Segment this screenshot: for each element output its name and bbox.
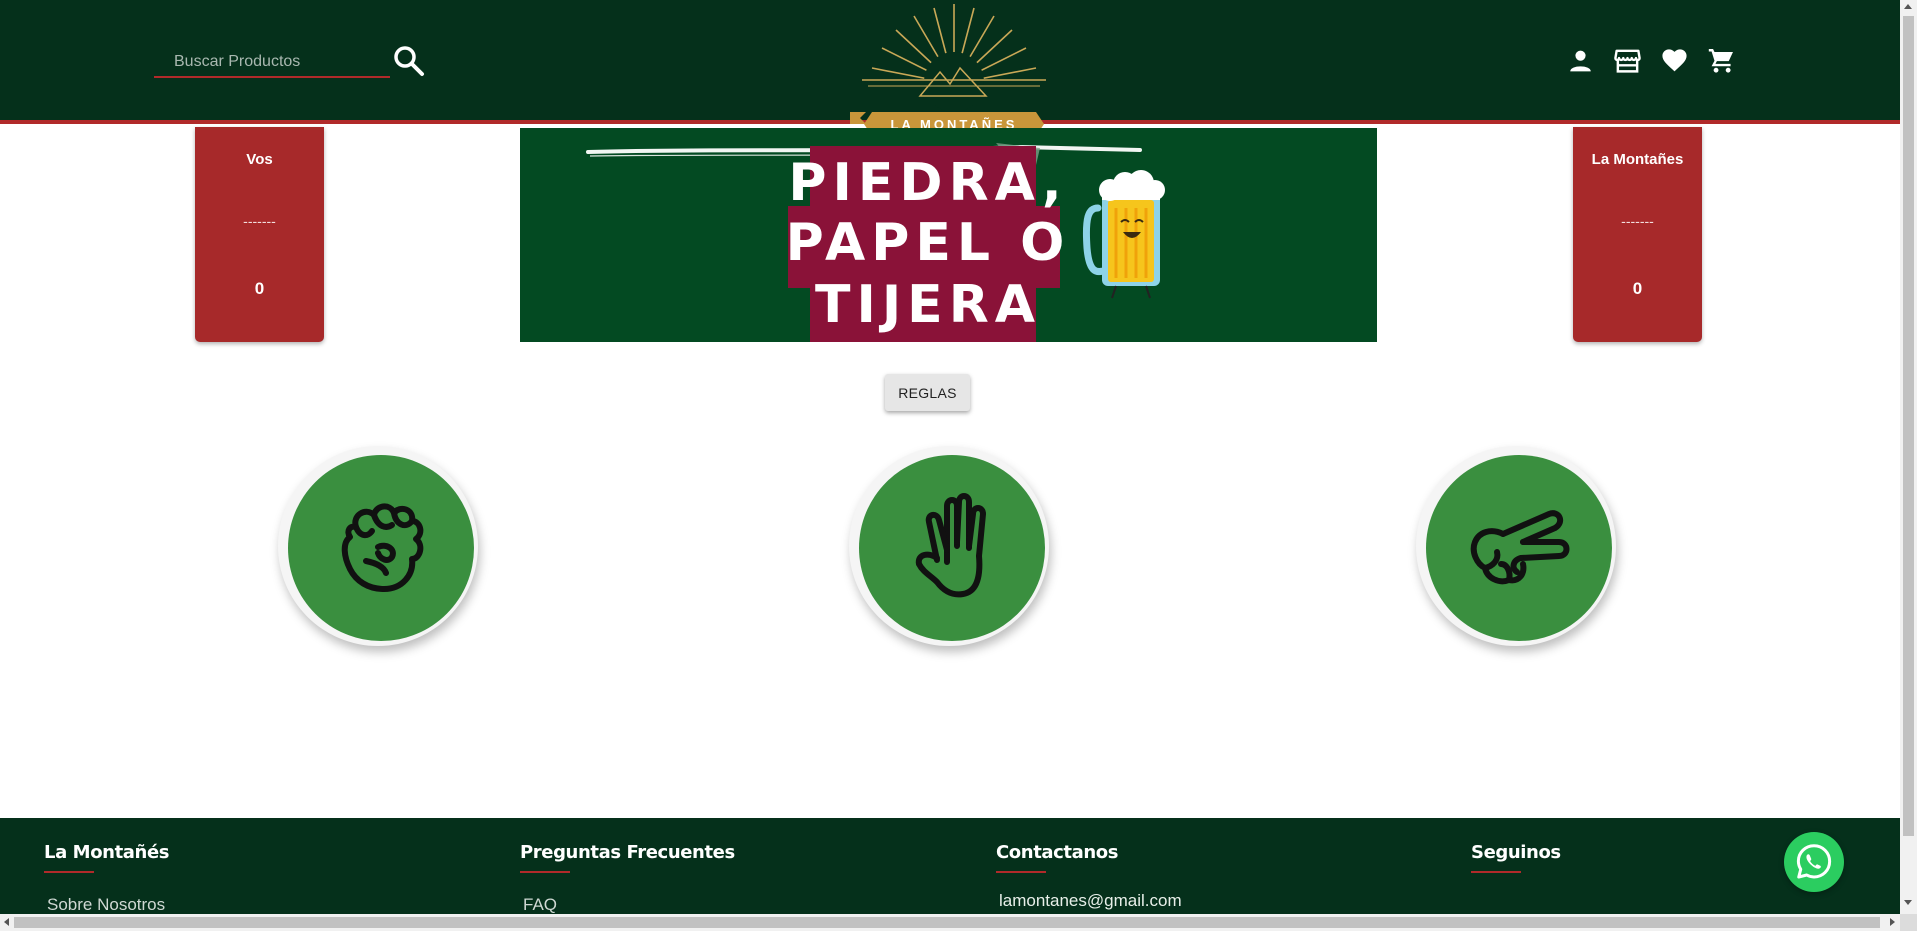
cpu-choice: ------- bbox=[1621, 213, 1654, 229]
banner-title-line3: TIJERA bbox=[815, 275, 1041, 335]
page: LA MONTAÑES Vos ------- 0 La Montañes --… bbox=[0, 0, 1917, 931]
paper-hand-icon bbox=[915, 493, 986, 598]
footer-divider bbox=[520, 871, 570, 873]
vertical-scrollbar[interactable] bbox=[1900, 0, 1917, 914]
header-actions bbox=[1566, 46, 1736, 75]
banner-title-line2: PAPEL O bbox=[786, 213, 1071, 273]
footer-column-about: La Montañés Sobre Nosotros bbox=[44, 842, 169, 915]
store-icon[interactable] bbox=[1613, 46, 1642, 75]
footer-title-faq: Preguntas Frecuentes bbox=[520, 842, 735, 863]
horizontal-scrollbar[interactable] bbox=[0, 914, 1900, 931]
rock-button-face bbox=[288, 455, 474, 641]
brand-logo[interactable]: LA MONTAÑES bbox=[848, 0, 1060, 140]
footer-divider bbox=[1471, 871, 1521, 873]
scrollbar-corner bbox=[1900, 914, 1917, 931]
scroll-down-icon[interactable] bbox=[1904, 900, 1912, 905]
footer-title-social: Seguinos bbox=[1471, 842, 1561, 863]
paper-button-face bbox=[859, 455, 1045, 641]
game-banner: PIEDRA, PAPEL O TIJERA bbox=[520, 128, 1377, 342]
scroll-left-icon[interactable] bbox=[4, 918, 9, 926]
rock-button[interactable] bbox=[278, 446, 478, 646]
scissors-button[interactable] bbox=[1416, 446, 1616, 646]
site-header: LA MONTAÑES bbox=[0, 0, 1900, 136]
scroll-up-icon[interactable] bbox=[1904, 4, 1912, 9]
search-input[interactable] bbox=[154, 48, 390, 76]
footer-column-faq: Preguntas Frecuentes FAQ bbox=[520, 842, 735, 915]
rock-hand-icon bbox=[341, 503, 424, 592]
footer-column-contact: Contactanos lamontanes@gmail.com bbox=[996, 842, 1182, 911]
scroll-right-icon[interactable] bbox=[1890, 918, 1895, 926]
whatsapp-icon[interactable] bbox=[1784, 832, 1844, 892]
cpu-name: La Montañes bbox=[1591, 151, 1684, 168]
footer-link-about[interactable]: Sobre Nosotros bbox=[44, 895, 169, 915]
cpu-points: 0 bbox=[1632, 279, 1643, 298]
footer-divider bbox=[996, 871, 1046, 873]
cpu-scoreboard: La Montañes ------- 0 bbox=[1573, 127, 1702, 342]
search-icon[interactable] bbox=[392, 44, 426, 78]
footer-title-brand: La Montañés bbox=[44, 842, 170, 863]
user-icon[interactable] bbox=[1566, 46, 1595, 75]
cart-icon[interactable] bbox=[1707, 46, 1736, 75]
vertical-scroll-thumb[interactable] bbox=[1903, 16, 1914, 836]
heart-icon[interactable] bbox=[1660, 46, 1689, 75]
footer-link-faq[interactable]: FAQ bbox=[520, 895, 735, 915]
player-name: Vos bbox=[246, 151, 273, 168]
scissors-button-face bbox=[1426, 455, 1612, 641]
footer-email-link[interactable]: lamontanes@gmail.com bbox=[996, 891, 1182, 911]
scissors-hand-icon bbox=[1470, 510, 1570, 585]
player-choice: ------- bbox=[243, 213, 276, 229]
horizontal-scroll-thumb[interactable] bbox=[14, 917, 1880, 928]
paper-button[interactable] bbox=[849, 446, 1049, 646]
player-points: 0 bbox=[254, 279, 265, 298]
footer-divider bbox=[44, 871, 94, 873]
banner-title-line1: PIEDRA, bbox=[788, 153, 1067, 213]
rules-button[interactable]: REGLAS bbox=[885, 374, 970, 411]
player-scoreboard: Vos ------- 0 bbox=[195, 127, 324, 342]
footer-column-social: Seguinos bbox=[1471, 842, 1561, 873]
search-bar bbox=[154, 48, 390, 78]
footer-title-contact: Contactanos bbox=[996, 842, 1119, 863]
